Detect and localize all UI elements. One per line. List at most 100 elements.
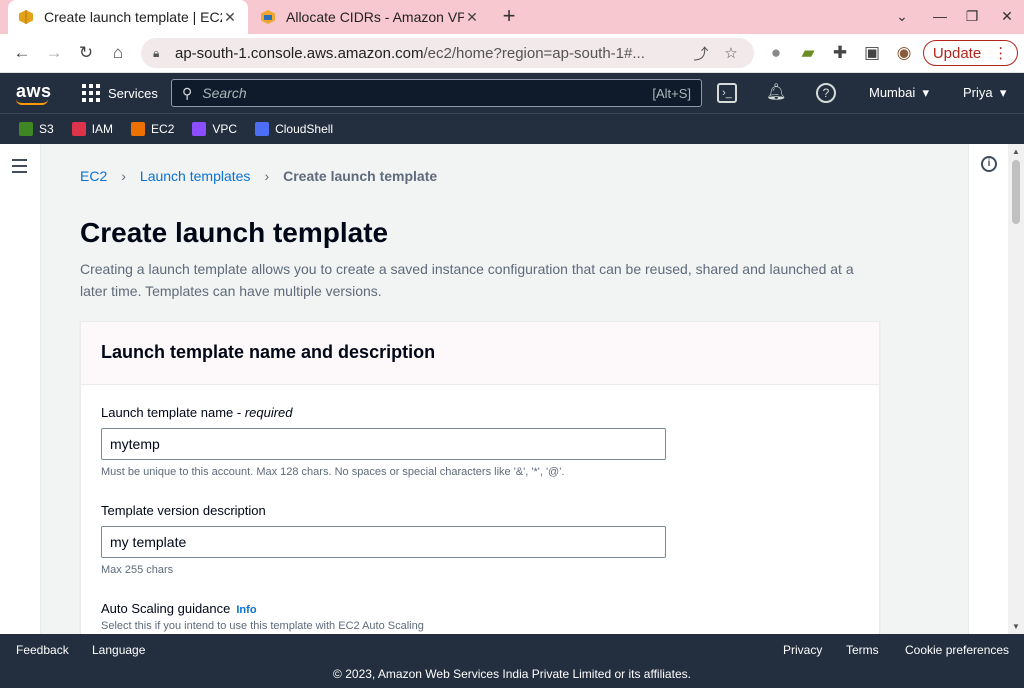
address-bar[interactable]: 🔒︎ ap-south-1.console.aws.amazon.com/ec2… [141,38,754,68]
extensions-puzzle-icon[interactable]: ✚ [828,42,852,66]
extension-icon[interactable]: ● [764,42,788,66]
url-host: ap-south-1.console.aws.amazon.com [175,44,424,62]
cloudshell-icon [255,122,270,136]
favorite-vpc[interactable]: VPC [192,122,237,136]
bookmark-star-icon[interactable]: ☆ [720,44,742,62]
avatar[interactable]: ◉ [892,42,916,66]
right-rail: i [968,144,1008,634]
tab-allocate-cidrs[interactable]: Allocate CIDRs - Amazon VPC ✕ [250,0,490,34]
required-label: required [244,405,293,420]
caret-down-icon: ▾ [918,85,930,100]
aws-logo-text: aws [16,81,52,101]
browser-toolbar: ← → ↻ ⌂ 🔒︎ ap-south-1.console.aws.amazon… [0,34,1024,73]
aws-box-icon [260,9,276,25]
side-panel-icon[interactable]: ▣ [860,42,884,66]
auto-scaling-guidance-label: Auto Scaling guidance Info [101,601,257,616]
console-footer: Feedback Language Privacy Terms Cookie p… [0,634,1024,688]
name-description-panel: Launch template name and description Lau… [80,321,880,634]
copyright-text: © 2023, Amazon Web Services India Privat… [333,667,691,681]
favorite-ec2[interactable]: EC2 [131,122,174,136]
chevron-right-icon: › [264,168,270,184]
forward-icon[interactable]: → [42,42,66,66]
info-link[interactable]: Info [236,604,256,616]
favorite-iam[interactable]: IAM [71,122,114,136]
aws-box-icon [18,9,34,25]
breadcrumb: EC2 › Launch templates › Create launch t… [80,168,437,184]
aws-top-nav: aws Services ⚲ Search [Alt+S] ›_ 🔔︎ ? Mu… [0,73,1024,113]
lock-icon: 🔒︎ [153,45,160,60]
version-description-hint: Max 255 chars [101,564,174,576]
favorites-bar: S3 IAM EC2 VPC CloudShell [0,113,1024,144]
terms-link[interactable]: Terms [846,643,879,657]
info-icon[interactable]: i [981,156,997,172]
tab-title: Create launch template | EC2 [44,9,222,25]
scroll-down-icon[interactable]: ▼ [1012,622,1020,631]
main-content: EC2 › Launch templates › Create launch t… [41,144,968,634]
s3-icon [19,122,33,136]
feedback-link[interactable]: Feedback [16,643,69,657]
version-description-label: Template version description [101,503,266,518]
breadcrumb-launch-templates[interactable]: Launch templates [140,168,251,184]
close-tab-icon[interactable]: ✕ [464,9,480,26]
favorite-s3[interactable]: S3 [19,122,54,136]
panel-title: Launch template name and description [101,342,436,362]
share-icon[interactable]: ⤴ [690,43,712,64]
url-path: /ec2/home?region=ap-south-1#... [423,44,645,62]
page-scrollbar[interactable]: ▲ ▼ [1008,144,1024,634]
chevron-right-icon: › [121,168,126,184]
aws-smile-icon [16,99,48,105]
update-label: Update [932,44,982,62]
menu-dots-icon: ⋮ [993,45,1009,62]
region-label: Mumbai [869,85,916,100]
scroll-thumb[interactable] [1012,160,1020,224]
update-button[interactable]: Update ⋮ [923,40,1018,66]
privacy-link[interactable]: Privacy [783,643,822,657]
language-link[interactable]: Language [92,643,145,657]
ec2-icon [131,122,146,136]
bell-icon[interactable]: 🔔︎ [766,83,786,103]
left-rail [0,144,41,634]
cloudshell-icon[interactable]: ›_ [717,83,737,103]
extension-icon[interactable]: ▰ [796,42,820,66]
tab-title: Allocate CIDRs - Amazon VPC [286,9,464,25]
minimize-icon[interactable]: — [931,8,949,24]
iam-icon [71,122,86,136]
tab-search-icon[interactable]: ⌄ [893,8,911,25]
back-icon[interactable]: ← [10,42,34,66]
template-name-hint: Must be unique to this account. Max 128 … [101,466,565,478]
services-menu-button[interactable]: Services [82,84,158,102]
search-placeholder: Search [202,85,247,101]
close-tab-icon[interactable]: ✕ [222,9,238,26]
page-description: Creating a launch template allows you to… [80,261,854,299]
caret-down-icon: ▾ [996,85,1007,100]
favorite-label: CloudShell [275,122,334,136]
help-icon[interactable]: ? [816,83,836,103]
aws-logo[interactable]: aws [16,81,52,105]
cookie-preferences-link[interactable]: Cookie preferences [905,643,1009,657]
version-description-field: Template version description my template… [101,503,666,576]
home-icon[interactable]: ⌂ [106,42,130,66]
auto-scaling-hint: Select this if you intend to use this te… [101,620,424,632]
search-icon: ⚲ [182,84,193,101]
version-description-input[interactable]: my template [101,526,666,558]
favorite-label: VPC [212,122,238,136]
search-input[interactable]: ⚲ Search [Alt+S] [171,79,702,107]
auto-scaling-guidance-field: Auto Scaling guidance Info Select this if… [101,601,424,632]
close-window-icon[interactable]: ✕ [998,8,1016,25]
favorite-label: IAM [91,122,114,136]
panel-header: Launch template name and description [81,322,879,385]
scroll-up-icon[interactable]: ▲ [1012,147,1020,156]
breadcrumb-ec2[interactable]: EC2 [80,168,107,184]
region-selector[interactable]: Mumbai ▾ [869,85,929,101]
hamburger-menu-icon[interactable] [12,159,27,177]
favorite-cloudshell[interactable]: CloudShell [255,122,333,136]
restore-icon[interactable]: ❐ [963,8,981,25]
template-name-input[interactable]: mytemp [101,428,666,460]
account-menu[interactable]: Priya ▾ [963,85,1006,101]
template-name-field: Launch template name - required mytemp M… [101,405,666,478]
reload-icon[interactable]: ↻ [74,42,98,66]
tab-create-launch-template[interactable]: Create launch template | EC2 ✕ [8,0,248,34]
services-label: Services [108,85,158,101]
vpc-icon [192,122,207,136]
new-tab-button[interactable]: + [498,5,520,28]
